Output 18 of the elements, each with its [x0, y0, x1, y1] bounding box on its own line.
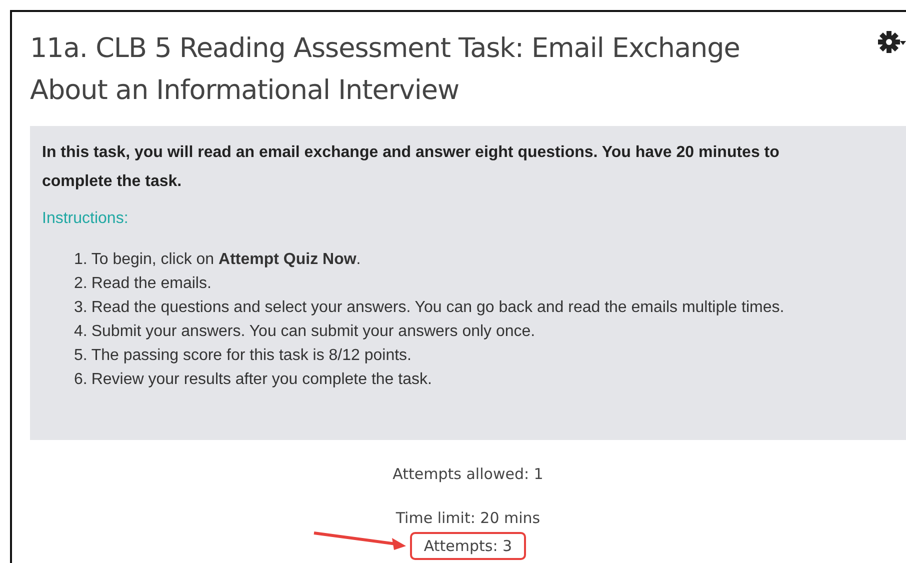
- step-number: 1.: [74, 251, 88, 268]
- step-number: 2.: [74, 275, 88, 292]
- step-text: To begin, click on Attempt Quiz Now.: [91, 251, 361, 268]
- step-number: 4.: [74, 323, 88, 340]
- step-text: The passing score for this task is 8/12 points.: [91, 347, 412, 364]
- quiz-info-text: Attempts: 3: [410, 532, 526, 560]
- quiz-info-text: Time limit: 20 mins: [394, 508, 542, 529]
- intro-text: In this task, you will read an email exchange and answer eight questions. You have 20 minutes to complete the task.: [42, 143, 780, 192]
- instructions-heading: Instructions:: [42, 210, 130, 228]
- step-text: Read the emails.: [91, 275, 212, 292]
- quiz-info-text: Attempts allowed: 1: [392, 464, 544, 485]
- step-number: 6.: [74, 371, 88, 388]
- step-text: Submit your answers. You can submit your answers only once.: [91, 323, 536, 340]
- step-text: Review your results after you complete the task.: [91, 371, 432, 388]
- page-title: 11a. CLB 5 Reading Assessment Task: Email Exchange About an Informational Interview: [30, 32, 741, 108]
- step-text: Read the questions and select your answers. You can go back and read the emails multiple times.: [91, 299, 784, 316]
- step-number: 3.: [74, 299, 88, 316]
- step-number: 5.: [74, 347, 88, 364]
